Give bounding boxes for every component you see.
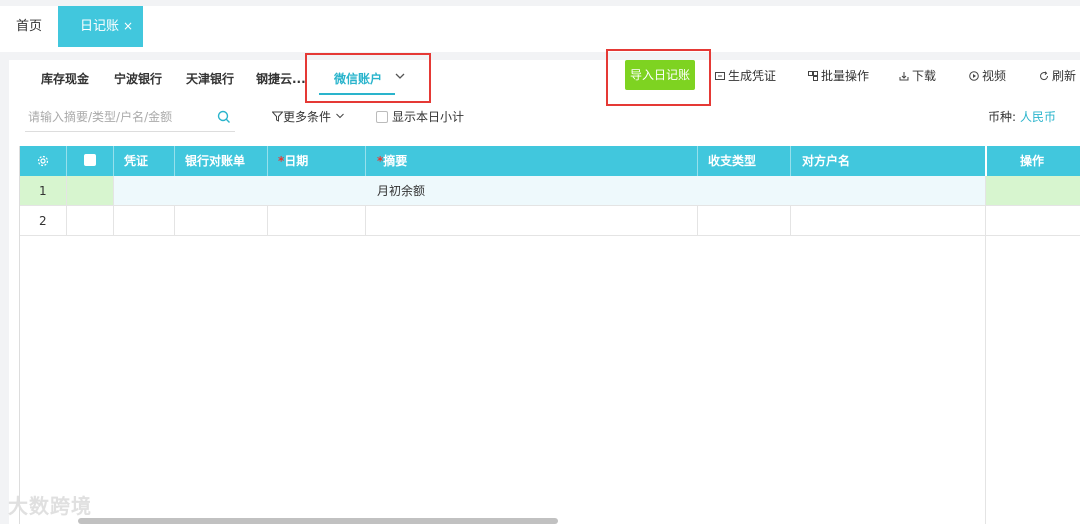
row-actions-cell [986, 176, 1080, 205]
gear-icon[interactable] [37, 155, 49, 167]
more-conditions-button[interactable]: 更多条件 [271, 108, 345, 126]
header-date: *日期 [278, 146, 308, 176]
select-all-checkbox[interactable] [84, 154, 96, 166]
tab-home[interactable]: 首页 [0, 6, 58, 47]
close-icon[interactable]: × [123, 19, 133, 33]
download-button[interactable]: 下载 [899, 67, 936, 85]
table-row[interactable]: 1 月初余额 [20, 176, 1080, 206]
batch-ops-button[interactable]: 批量操作 [808, 67, 869, 85]
tab-journal[interactable]: 日记账 × [58, 6, 143, 47]
journal-panel: 库存现金 宁波银行 天津银行 钢捷云... 微信账户 导入日记账 生成凭证 批量… [9, 49, 1080, 524]
account-tab-gangjie[interactable]: 钢捷云... [256, 69, 306, 89]
row-number: 1 [39, 184, 47, 198]
refresh-button[interactable]: 刷新 [1039, 67, 1076, 85]
search-box [25, 104, 235, 132]
chevron-down-icon [335, 113, 344, 119]
search-icon[interactable] [217, 110, 231, 124]
page-tab-bar: 首页 日记账 × [0, 0, 1080, 52]
header-bank-statement: 银行对账单 [185, 154, 246, 168]
header-actions: 操作 [1020, 154, 1045, 168]
table-header: 凭证 银行对账单 *日期 *摘要 收支类型 对方户名 操作 [20, 146, 1080, 176]
daily-subtotal-label: 显示本日小计 [392, 110, 465, 124]
account-tab-cash[interactable]: 库存现金 [41, 69, 89, 89]
daily-subtotal-checkbox[interactable] [376, 111, 388, 123]
highlight-box-import [606, 49, 711, 106]
table-row[interactable]: 2 [20, 206, 1080, 236]
filter-icon [271, 111, 284, 122]
voucher-icon [715, 72, 725, 80]
search-input[interactable] [25, 104, 205, 130]
currency-value[interactable]: 人民币 [1020, 110, 1056, 124]
top-strip [0, 0, 1080, 6]
header-summary: *摘要 [377, 146, 407, 176]
account-tab-tianjin[interactable]: 天津银行 [186, 69, 234, 89]
batch-ops-label: 批量操作 [821, 69, 870, 83]
daily-subtotal-toggle[interactable]: 显示本日小计 [376, 108, 464, 126]
row-summary[interactable]: 月初余额 [377, 176, 425, 206]
highlight-box-wechat [305, 53, 431, 103]
header-counterparty: 对方户名 [802, 154, 851, 168]
refresh-label: 刷新 [1052, 69, 1077, 83]
account-tab-ningbo[interactable]: 宁波银行 [114, 69, 162, 89]
header-summary-label: 摘要 [383, 154, 408, 168]
download-icon [899, 72, 909, 81]
video-button[interactable]: 视频 [969, 67, 1006, 85]
more-conditions-label: 更多条件 [283, 110, 332, 124]
header-date-label: 日期 [284, 154, 309, 168]
refresh-icon [1040, 71, 1049, 81]
header-type: 收支类型 [708, 154, 757, 168]
generate-voucher-button[interactable]: 生成凭证 [715, 67, 776, 85]
generate-voucher-label: 生成凭证 [728, 69, 777, 83]
journal-table: 凭证 银行对账单 *日期 *摘要 收支类型 对方户名 操作 1 月初余额 2 [19, 146, 1080, 524]
watermark-logo: 大数跨境 [8, 494, 92, 518]
horizontal-scrollbar[interactable] [78, 518, 558, 524]
currency-selector[interactable]: 币种: 人民币 [988, 108, 1056, 126]
row-number: 2 [39, 214, 47, 228]
play-icon [969, 71, 979, 81]
header-voucher: 凭证 [124, 154, 149, 168]
tab-journal-label: 日记账 [80, 19, 120, 34]
batch-icon [808, 71, 818, 81]
currency-label: 币种: [987, 110, 1016, 124]
download-label: 下载 [912, 69, 937, 83]
video-label: 视频 [982, 69, 1007, 83]
